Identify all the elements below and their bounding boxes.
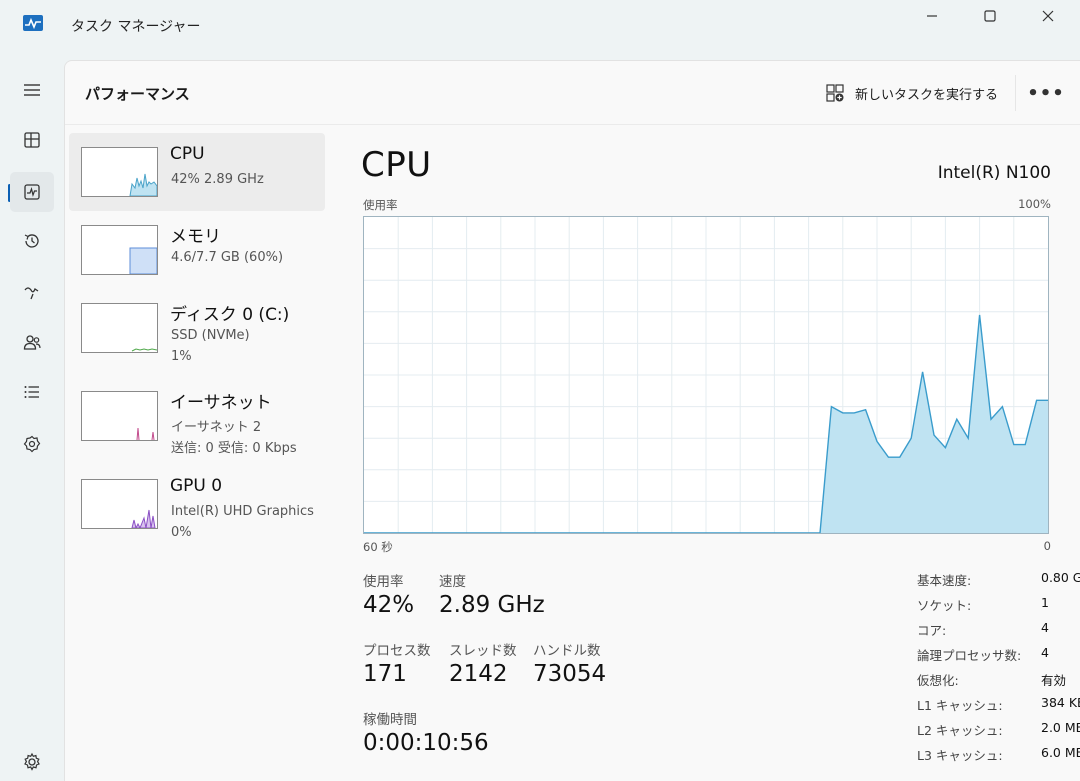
resource-detail: SSD (NVMe): [171, 328, 250, 343]
spec-value-virtualization: 有効: [1041, 673, 1067, 688]
spec-label-virtualization: 仮想化:: [917, 673, 959, 688]
usage-value: 42%: [363, 592, 415, 618]
header-separator: [1015, 75, 1016, 111]
resource-detail: Intel(R) UHD Graphics: [171, 504, 314, 519]
uptime-label: 稼働時間: [363, 712, 417, 728]
gpu-thumbnail-graph: [81, 479, 158, 529]
hamburger-menu-button[interactable]: [10, 70, 54, 110]
resource-detail-2: 0%: [171, 525, 192, 540]
hamburger-menu-icon: [24, 84, 40, 96]
resource-name: CPU: [170, 144, 205, 164]
resource-name: GPU 0: [170, 476, 223, 496]
resource-name: ディスク 0 (C:): [170, 305, 290, 325]
nav-startup-apps[interactable]: [10, 272, 54, 312]
resource-detail: 4.6/7.7 GB (60%): [171, 250, 284, 265]
spec-value-sockets: 1: [1041, 595, 1049, 610]
content-pane: パフォーマンス 新しいタスクを実行する ••• CPU 42% 2.89 GHz…: [64, 60, 1080, 781]
nav-performance[interactable]: [10, 172, 54, 212]
new-task-label: 新しいタスクを実行する: [855, 87, 999, 103]
settings-button[interactable]: [14, 744, 50, 780]
resource-detail-2: 送信: 0 受信: 0 Kbps: [171, 441, 297, 456]
graph-label-zero: 0: [1043, 539, 1051, 553]
spec-label-l2-cache: L2 キャッシュ:: [917, 723, 1003, 738]
resource-item-gpu[interactable]: GPU 0 Intel(R) UHD Graphics 0%: [69, 465, 325, 543]
resource-item-disk[interactable]: ディスク 0 (C:) SSD (NVMe) 1%: [69, 289, 325, 367]
nav-users[interactable]: [10, 322, 54, 362]
speed-value: 2.89 GHz: [439, 592, 545, 618]
window-title: タスク マネージャー: [71, 19, 201, 35]
graph-label-100pct: 100%: [1018, 197, 1051, 211]
more-options-button[interactable]: •••: [1027, 81, 1064, 105]
maximize-button[interactable]: [960, 0, 1020, 32]
app-history-icon: [24, 234, 39, 248]
close-button[interactable]: [1018, 0, 1078, 32]
new-task-button[interactable]: 新しいタスクを実行する: [825, 79, 998, 107]
startup-apps-icon: [24, 287, 39, 300]
cpu-usage-chart: [364, 217, 1048, 533]
spec-value-l1-cache: 384 KB: [1041, 695, 1080, 710]
ethernet-thumbnail-graph: [81, 391, 158, 441]
resource-detail-2: 1%: [171, 349, 192, 364]
maximize-icon: [984, 10, 996, 22]
users-icon: [23, 335, 41, 350]
graph-label-60s: 60 秒: [363, 540, 393, 554]
threads-label: スレッド数: [449, 643, 517, 659]
handles-label: ハンドル数: [533, 643, 601, 659]
content-header: パフォーマンス 新しいタスクを実行する •••: [65, 61, 1080, 125]
processes-icon: [24, 132, 40, 148]
resource-detail: 42% 2.89 GHz: [171, 172, 264, 187]
spec-value-logical-processors: 4: [1041, 645, 1049, 660]
handles-value: 73054: [533, 661, 607, 687]
graph-label-usage: 使用率: [363, 198, 398, 212]
uptime-value: 0:00:10:56: [363, 730, 489, 756]
spec-label-base-speed: 基本速度:: [917, 573, 972, 588]
resource-item-memory[interactable]: メモリ 4.6/7.7 GB (60%): [69, 211, 325, 289]
cpu-model-name: Intel(R) N100: [937, 163, 1051, 183]
cpu-usage-graph: [363, 216, 1049, 534]
nav-app-history[interactable]: [10, 221, 54, 261]
processes-value: 171: [363, 661, 407, 687]
spec-label-l3-cache: L3 キャッシュ:: [917, 748, 1003, 763]
gear-icon: [24, 752, 40, 771]
page-title: パフォーマンス: [85, 85, 190, 103]
speed-label: 速度: [439, 574, 466, 590]
memory-thumbnail-graph: [81, 225, 158, 275]
cpu-title: CPU: [361, 145, 432, 185]
nav-processes[interactable]: [10, 120, 54, 160]
minimize-button[interactable]: [902, 0, 962, 32]
cpu-thumbnail-graph: [81, 147, 158, 197]
spec-label-l1-cache: L1 キャッシュ:: [917, 698, 1003, 713]
nav-details[interactable]: [10, 372, 54, 412]
navigation-rail: [0, 56, 64, 781]
threads-value: 2142: [449, 661, 508, 687]
performance-icon: [24, 184, 40, 200]
spec-value-base-speed: 0.80 GHz: [1041, 570, 1080, 585]
services-icon: [23, 435, 41, 453]
disk-thumbnail-graph: [81, 303, 158, 353]
close-icon: [1042, 10, 1054, 22]
new-task-icon: [826, 84, 844, 102]
resource-detail: イーサネット 2: [171, 420, 262, 435]
minimize-icon: [927, 15, 937, 17]
spec-label-cores: コア:: [917, 623, 947, 638]
usage-label: 使用率: [363, 574, 404, 590]
details-icon: [24, 386, 39, 398]
spec-label-logical-processors: 論理プロセッサ数:: [917, 648, 1022, 663]
resource-item-ethernet[interactable]: イーサネット イーサネット 2 送信: 0 受信: 0 Kbps: [69, 377, 325, 456]
spec-value-l2-cache: 2.0 MB: [1041, 720, 1080, 735]
spec-label-sockets: ソケット:: [917, 598, 972, 613]
spec-value-cores: 4: [1041, 620, 1049, 635]
resource-item-cpu[interactable]: CPU 42% 2.89 GHz: [69, 133, 325, 211]
resource-name: メモリ: [170, 227, 221, 247]
processes-label: プロセス数: [363, 643, 431, 659]
spec-value-l3-cache: 6.0 MB: [1041, 745, 1080, 760]
resource-name: イーサネット: [170, 393, 272, 413]
task-manager-app-icon: [22, 13, 44, 33]
nav-services[interactable]: [10, 424, 54, 464]
title-bar: タスク マネージャー: [0, 0, 1080, 56]
